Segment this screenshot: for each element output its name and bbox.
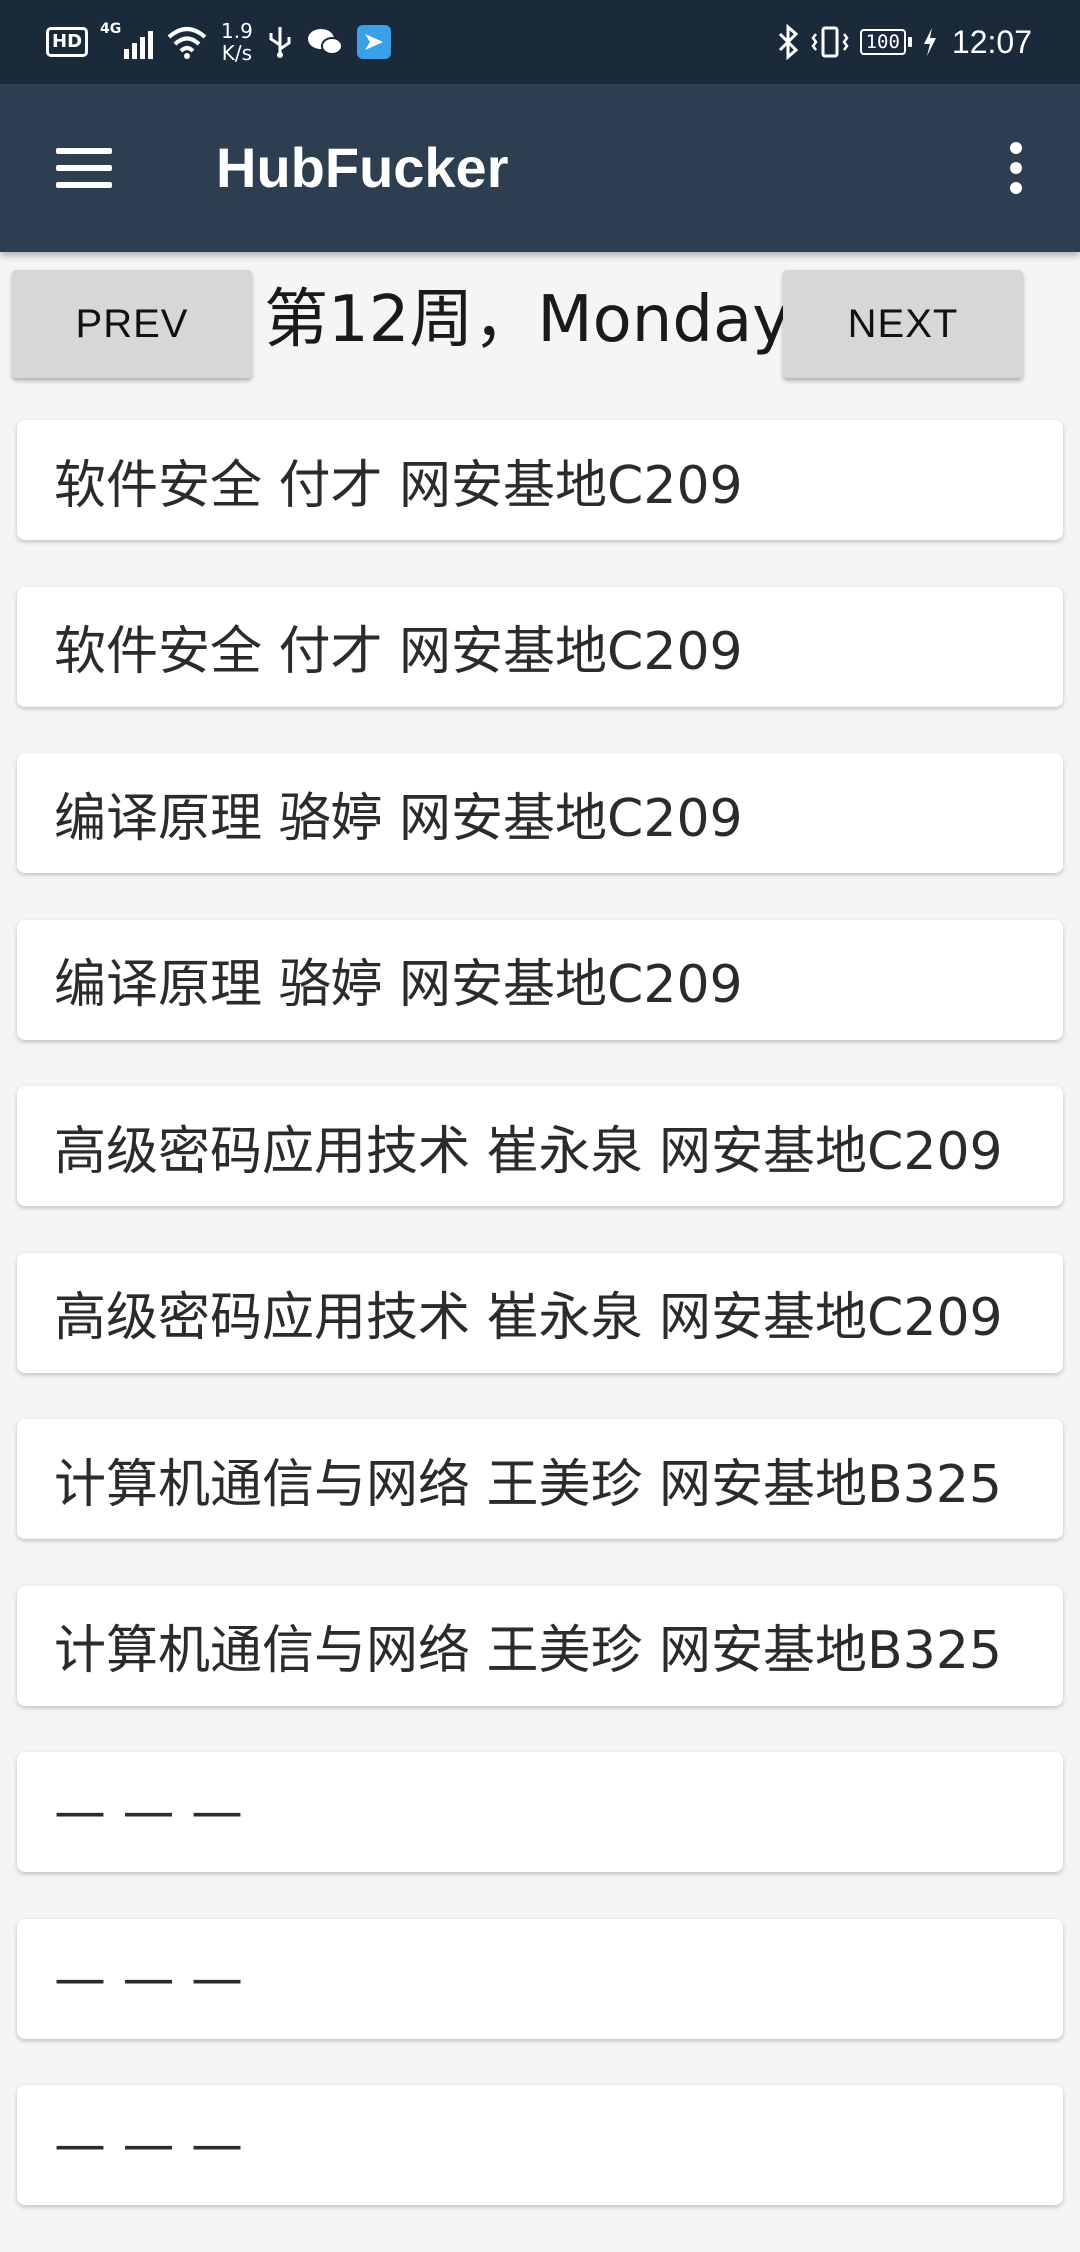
net-speed: 1.9 K/s: [221, 20, 253, 64]
class-card[interactable]: 高级密码应用技术 崔永泉 网安基地C209: [17, 1252, 1063, 1373]
class-card[interactable]: 编译原理 骆婷 网安基地C209: [17, 919, 1063, 1040]
vibrate-icon: [811, 26, 849, 58]
app-bar: HubFucker: [0, 84, 1080, 252]
class-card[interactable]: — — —: [17, 2085, 1063, 2205]
class-card[interactable]: 软件安全 付才 网安基地C209: [17, 586, 1063, 707]
current-day-label: 第12周，Monday: [264, 283, 791, 357]
charging-icon: [923, 28, 936, 56]
class-card[interactable]: 高级密码应用技术 崔永泉 网安基地C209: [17, 1086, 1063, 1206]
class-card[interactable]: 编译原理 骆婷 网安基地C209: [17, 753, 1063, 873]
more-options-icon[interactable]: [992, 136, 1040, 200]
cellular-signal-icon: 4G: [100, 21, 154, 59]
status-bar-right: 100 12:07: [776, 0, 1032, 84]
hd-icon: HD: [46, 27, 89, 57]
bluetooth-icon: [778, 24, 798, 60]
wifi-icon: [167, 27, 207, 59]
menu-icon[interactable]: [52, 140, 116, 196]
battery-level: 100: [859, 29, 906, 55]
app-notification-icon: [356, 25, 391, 59]
next-button[interactable]: NEXT: [783, 270, 1023, 378]
class-list: 软件安全 付才 网安基地C209 软件安全 付才 网安基地C209 编译原理 骆…: [17, 420, 1063, 2252]
week-day-navigator: PREV 第12周，Monday NEXT: [0, 252, 1080, 382]
status-bar-left: HD 4G 1.9 K/s: [46, 0, 391, 84]
battery-icon: 100: [859, 29, 912, 55]
status-bar: HD 4G 1.9 K/s 100 12:07: [0, 0, 1080, 84]
usb-icon: [269, 27, 291, 58]
class-card[interactable]: 软件安全 付才 网安基地C209: [17, 420, 1063, 540]
class-card[interactable]: — — —: [17, 1752, 1063, 1872]
wechat-icon: [307, 29, 343, 55]
clock: 12:07: [951, 23, 1032, 60]
prev-button[interactable]: PREV: [12, 270, 252, 378]
app-title: HubFucker: [216, 136, 509, 199]
network-type-label: 4G: [100, 21, 122, 37]
net-speed-unit: K/s: [221, 41, 253, 65]
class-card[interactable]: — — —: [17, 1918, 1063, 2039]
class-card[interactable]: 计算机通信与网络 王美珍 网安基地B325: [17, 1419, 1063, 1539]
class-card[interactable]: 计算机通信与网络 王美珍 网安基地B325: [17, 1585, 1063, 1706]
net-speed-value: 1.9: [221, 19, 253, 43]
